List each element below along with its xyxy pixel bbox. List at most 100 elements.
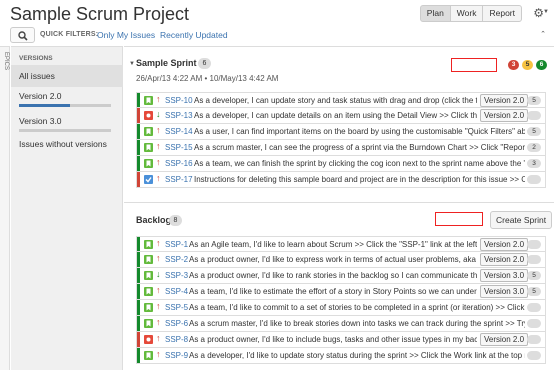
- issue-row[interactable]: ↑ SSP-10 As a developer, I can update stor…: [136, 92, 546, 108]
- search-icon: [18, 31, 28, 41]
- issue-summary: As a developer, I'd like to update story…: [189, 351, 525, 360]
- filter-only-my-issues[interactable]: Only My Issues: [97, 30, 155, 40]
- estimate-badge: 2: [527, 143, 541, 152]
- task-type-icon: [144, 175, 153, 184]
- version-badge: Version 2.0: [480, 333, 529, 346]
- version-badge: Version 2.0: [480, 109, 529, 122]
- create-sprint-button[interactable]: Create Sprint: [490, 211, 553, 229]
- issue-row[interactable]: ↑ SSP-17 Instructions for deleting this sa…: [136, 172, 546, 188]
- story-type-icon: [144, 255, 153, 264]
- estimate-badge: [527, 111, 541, 120]
- estimate-badge: 3: [527, 159, 541, 168]
- issue-row[interactable]: ↑ SSP-8 As a product owner, I'd like to in…: [136, 332, 546, 348]
- epics-label: EPICS: [3, 52, 9, 71]
- version-badge: Version 3.0: [480, 269, 529, 282]
- issue-summary: As a team, we can finish the sprint by c…: [194, 159, 525, 168]
- issue-row[interactable]: ↓ SSP-13 As a developer, I can update deta…: [136, 108, 546, 124]
- priority-up-icon: ↑: [156, 285, 161, 295]
- issue-key[interactable]: SSP-1: [165, 240, 188, 249]
- epic-stripe: [137, 284, 140, 299]
- issue-row[interactable]: ↑ SSP-15 As a scrum master, I can see the …: [136, 140, 546, 156]
- version-3-0[interactable]: Version 3.0: [11, 114, 123, 128]
- version-3-0-progress: [19, 129, 111, 132]
- issue-summary: As a team, I'd like to commit to a set o…: [189, 303, 525, 312]
- epics-panel-toggle[interactable]: [0, 46, 10, 370]
- issue-key[interactable]: SSP-5: [165, 303, 188, 312]
- issue-row[interactable]: ↑ SSP-14 As a user, I can find important i…: [136, 124, 546, 140]
- version-2-0-progress: [19, 104, 111, 107]
- story-type-icon: [144, 351, 153, 360]
- chevron-down-icon[interactable]: ▼: [543, 9, 549, 15]
- epic-stripe: [137, 93, 140, 107]
- issue-key[interactable]: SSP-13: [165, 111, 193, 120]
- redacted-box: [435, 212, 483, 226]
- versions-heading: VERSIONS: [19, 55, 53, 62]
- issue-key[interactable]: SSP-6: [165, 319, 188, 328]
- issue-key[interactable]: SSP-4: [165, 287, 188, 296]
- story-type-icon: [144, 287, 153, 296]
- issue-row[interactable]: ↑ SSP-5 As a team, I'd like to commit to a…: [136, 300, 546, 316]
- issue-key[interactable]: SSP-8: [165, 335, 188, 344]
- issue-row[interactable]: ↑ SSP-6 As a scrum master, I'd like to bre…: [136, 316, 546, 332]
- filter-recently-updated[interactable]: Recently Updated: [160, 30, 228, 40]
- collapse-icon[interactable]: ⌃: [540, 30, 546, 38]
- epic-stripe: [137, 316, 140, 331]
- issue-summary: As a developer, I can update story and t…: [194, 96, 477, 105]
- issue-summary: As a product owner, I'd like to rank sto…: [189, 271, 477, 280]
- priority-down-icon: ↓: [156, 109, 161, 119]
- issue-summary: As a developer, I can update details on …: [194, 111, 477, 120]
- story-type-icon: [144, 96, 153, 105]
- issue-summary: As a scrum master, I can see the progres…: [194, 143, 525, 152]
- issue-row[interactable]: ↑ SSP-16 As a team, we can finish the spri…: [136, 156, 546, 172]
- epic-stripe: [137, 140, 140, 155]
- epic-stripe: [137, 156, 140, 171]
- backlog-name: Backlog: [136, 215, 172, 225]
- priority-up-icon: ↑: [156, 253, 161, 263]
- story-type-icon: [144, 319, 153, 328]
- story-type-icon: [144, 240, 153, 249]
- issue-key[interactable]: SSP-16: [165, 159, 193, 168]
- issue-row[interactable]: ↑ SSP-9 As a developer, I'd like to update…: [136, 348, 546, 364]
- issue-key[interactable]: SSP-14: [165, 127, 193, 136]
- priority-up-icon: ↑: [156, 301, 161, 311]
- versions-panel: VERSIONS All issues Version 2.0 Version …: [11, 46, 123, 370]
- estimate-badge: [527, 351, 541, 360]
- story-type-icon: [144, 143, 153, 152]
- issue-row[interactable]: ↓ SSP-3 As a product owner, I'd like to ra…: [136, 268, 546, 284]
- issue-key[interactable]: SSP-3: [165, 271, 188, 280]
- issue-key[interactable]: SSP-17: [165, 175, 193, 184]
- section-divider: [124, 202, 554, 203]
- issue-row[interactable]: ↑ SSP-4 As a team, I'd like to estimate th…: [136, 284, 546, 300]
- plan-button[interactable]: Plan: [419, 5, 451, 22]
- epic-stripe: [137, 252, 140, 267]
- issue-row[interactable]: ↑ SSP-2 As a product owner, I'd like to ex…: [136, 252, 546, 268]
- issues-without-versions[interactable]: Issues without versions: [11, 137, 123, 151]
- version-all-issues[interactable]: All issues: [11, 65, 123, 87]
- work-button[interactable]: Work: [449, 5, 484, 22]
- issue-key[interactable]: SSP-15: [165, 143, 193, 152]
- estimate-badge: 5: [527, 127, 541, 136]
- story-type-icon: [144, 271, 153, 280]
- report-button[interactable]: Report: [482, 5, 522, 22]
- epic-stripe: [137, 268, 140, 283]
- estimate-badge: [527, 335, 541, 344]
- issue-key[interactable]: SSP-2: [165, 255, 188, 264]
- sprint-name[interactable]: Sample Sprint 2: [136, 58, 204, 68]
- estimate-badge: [527, 303, 541, 312]
- issue-summary: As a product owner, I'd like to express …: [189, 255, 477, 264]
- issue-summary: As a scrum master, I'd like to break sto…: [189, 319, 525, 328]
- issue-key[interactable]: SSP-9: [165, 351, 188, 360]
- search-button[interactable]: [10, 27, 35, 43]
- issue-row[interactable]: ↑ SSP-1 As an Agile team, I'd like to lear…: [136, 236, 546, 252]
- estimate-badge: [527, 240, 541, 249]
- version-2-0[interactable]: Version 2.0: [11, 89, 123, 103]
- chevron-down-icon[interactable]: ▼: [129, 61, 135, 67]
- bug-type-icon: [144, 111, 153, 120]
- backlog-main: ▼ Sample Sprint 2 6 26/Apr/13 4:22 AM • …: [124, 46, 554, 370]
- issue-key[interactable]: SSP-10: [165, 96, 193, 105]
- version-badge: Version 2.0: [480, 94, 529, 107]
- redacted-box: [451, 58, 497, 72]
- priority-up-icon: ↑: [156, 333, 161, 343]
- story-type-icon: [144, 127, 153, 136]
- estimate-badge: [527, 255, 541, 264]
